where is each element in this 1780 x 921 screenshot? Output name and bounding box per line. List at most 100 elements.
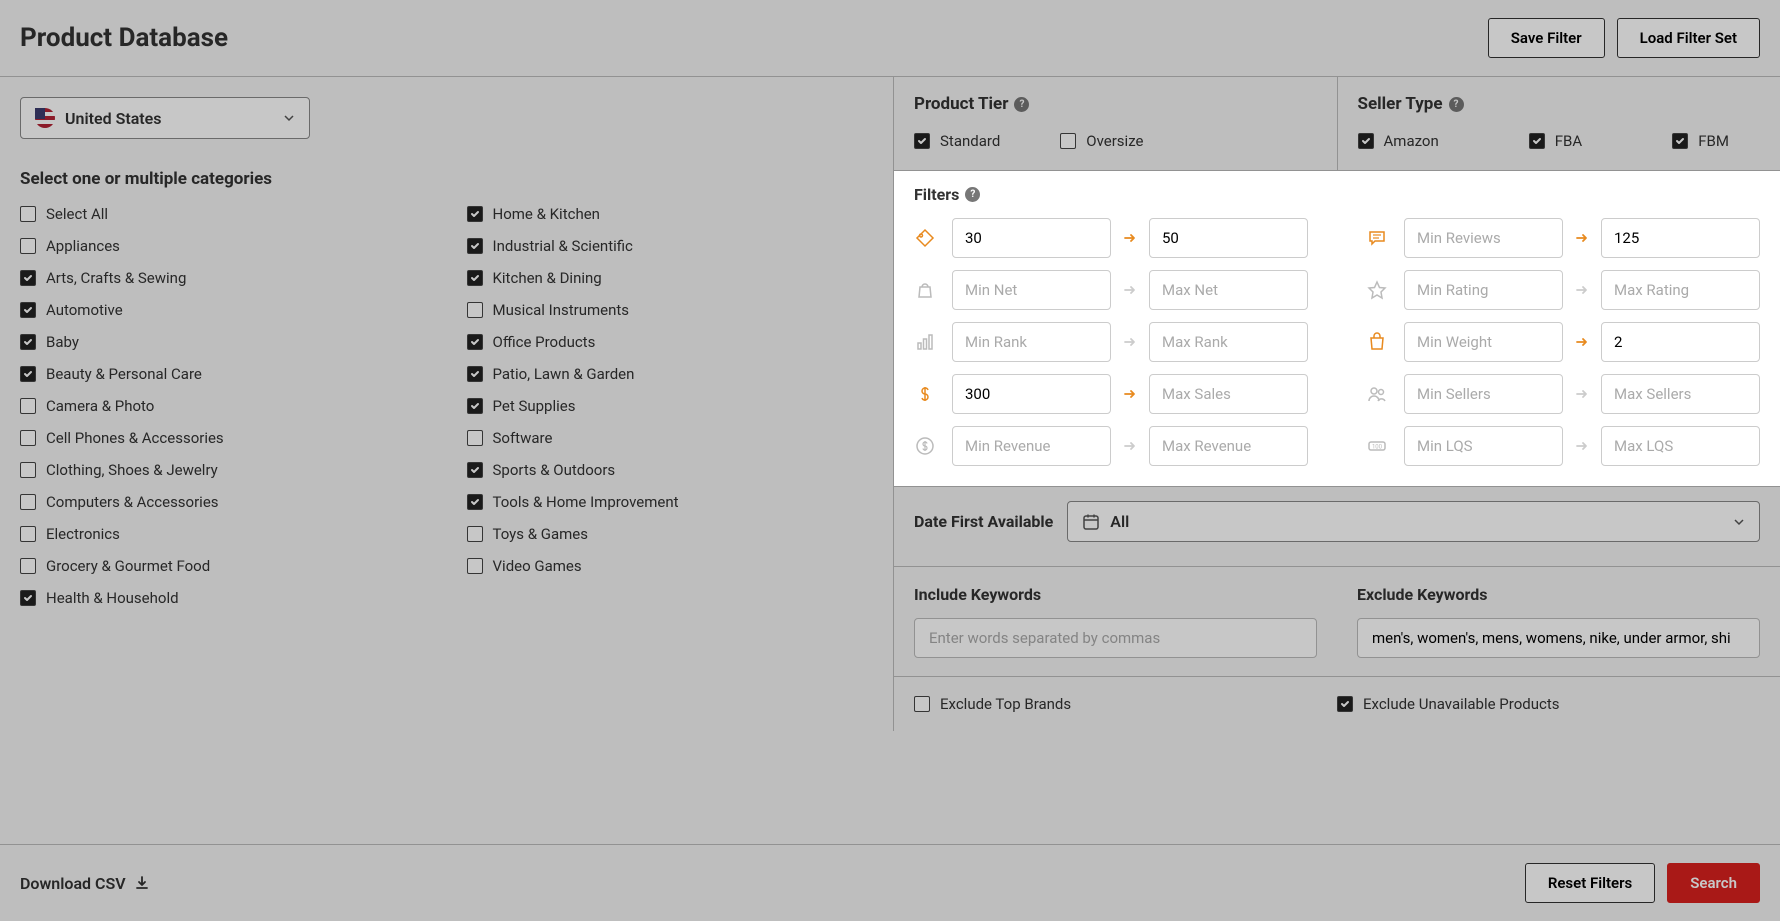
- category-checkbox[interactable]: Kitchen & Dining: [467, 269, 874, 287]
- min-sellers-input[interactable]: [1404, 374, 1563, 414]
- category-checkbox[interactable]: Sports & Outdoors: [467, 461, 874, 479]
- category-checkbox[interactable]: Office Products: [467, 333, 874, 351]
- calendar-icon: [1082, 513, 1100, 531]
- revenue-icon: [914, 435, 936, 457]
- checkbox-label: Exclude Unavailable Products: [1363, 695, 1559, 713]
- fba-checkbox[interactable]: FBA: [1529, 132, 1582, 150]
- category-checkbox[interactable]: Automotive: [20, 301, 427, 319]
- checkbox-icon: [1337, 696, 1353, 712]
- checkbox-icon: [467, 526, 483, 542]
- category-checkbox[interactable]: Industrial & Scientific: [467, 237, 874, 255]
- category-checkbox[interactable]: Software: [467, 429, 874, 447]
- help-icon[interactable]: ?: [1449, 97, 1464, 112]
- categories-title: Select one or multiple categories: [20, 169, 873, 189]
- checkbox-icon: [20, 430, 36, 446]
- save-filter-button[interactable]: Save Filter: [1488, 18, 1605, 58]
- checkbox-label: Exclude Top Brands: [940, 695, 1071, 713]
- checkbox-icon: [467, 462, 483, 478]
- min-net-input[interactable]: [952, 270, 1111, 310]
- category-checkbox[interactable]: Pet Supplies: [467, 397, 874, 415]
- category-checkbox[interactable]: Toys & Games: [467, 525, 874, 543]
- min-rating-input[interactable]: [1404, 270, 1563, 310]
- amazon-checkbox[interactable]: Amazon: [1358, 132, 1439, 150]
- exclude-keywords-input[interactable]: [1357, 618, 1760, 658]
- category-checkbox[interactable]: Appliances: [20, 237, 427, 255]
- category-checkbox[interactable]: Beauty & Personal Care: [20, 365, 427, 383]
- category-checkbox[interactable]: Clothing, Shoes & Jewelry: [20, 461, 427, 479]
- min-rank-input[interactable]: [952, 322, 1111, 362]
- category-checkbox[interactable]: Baby: [20, 333, 427, 351]
- checkbox-label: Health & Household: [46, 589, 179, 607]
- help-icon[interactable]: ?: [965, 187, 980, 202]
- min-price-input[interactable]: [952, 218, 1111, 258]
- sales-icon: [914, 383, 936, 405]
- max-lqs-input[interactable]: [1601, 426, 1760, 466]
- checkbox-label: Electronics: [46, 525, 120, 543]
- min-weight-input[interactable]: [1404, 322, 1563, 362]
- category-checkbox[interactable]: Computers & Accessories: [20, 493, 427, 511]
- checkbox-label: Automotive: [46, 301, 123, 319]
- category-checkbox[interactable]: Health & Household: [20, 589, 427, 607]
- max-rank-input[interactable]: [1149, 322, 1308, 362]
- max-price-input[interactable]: [1149, 218, 1308, 258]
- max-net-input[interactable]: [1149, 270, 1308, 310]
- flag-us-icon: [35, 108, 55, 128]
- exclude-unavailable-checkbox[interactable]: Exclude Unavailable Products: [1337, 695, 1760, 713]
- checkbox-icon: [467, 270, 483, 286]
- rating-icon: [1366, 279, 1388, 301]
- arrow-right-icon: [1121, 387, 1139, 401]
- category-checkbox[interactable]: Electronics: [20, 525, 427, 543]
- checkbox-icon: [467, 494, 483, 510]
- max-rating-input[interactable]: [1601, 270, 1760, 310]
- checkbox-icon: [1529, 133, 1545, 149]
- min-reviews-input[interactable]: [1404, 218, 1563, 258]
- max-sellers-input[interactable]: [1601, 374, 1760, 414]
- category-checkbox[interactable]: Musical Instruments: [467, 301, 874, 319]
- max-revenue-input[interactable]: [1149, 426, 1308, 466]
- reset-filters-button[interactable]: Reset Filters: [1525, 863, 1655, 903]
- checkbox-label: Kitchen & Dining: [493, 269, 602, 287]
- checkbox-icon: [467, 558, 483, 574]
- checkbox-label: Home & Kitchen: [493, 205, 600, 223]
- max-sales-input[interactable]: [1149, 374, 1308, 414]
- max-weight-input[interactable]: [1601, 322, 1760, 362]
- checkbox-icon: [467, 238, 483, 254]
- category-checkbox[interactable]: Tools & Home Improvement: [467, 493, 874, 511]
- arrow-right-icon: [1121, 439, 1139, 453]
- country-select[interactable]: United States: [20, 97, 310, 139]
- min-sales-input[interactable]: [952, 374, 1111, 414]
- category-checkbox[interactable]: Arts, Crafts & Sewing: [20, 269, 427, 287]
- category-checkbox[interactable]: Grocery & Gourmet Food: [20, 557, 427, 575]
- load-filter-set-button[interactable]: Load Filter Set: [1617, 18, 1760, 58]
- include-keywords-input[interactable]: [914, 618, 1317, 658]
- oversize-checkbox[interactable]: Oversize: [1060, 132, 1143, 150]
- date-first-available-select[interactable]: All: [1067, 501, 1760, 542]
- checkbox-icon: [20, 494, 36, 510]
- arrow-right-icon: [1573, 439, 1591, 453]
- category-checkbox[interactable]: Camera & Photo: [20, 397, 427, 415]
- standard-checkbox[interactable]: Standard: [914, 132, 1000, 150]
- fbm-checkbox[interactable]: FBM: [1672, 132, 1729, 150]
- checkbox-label: Standard: [940, 132, 1000, 150]
- arrow-right-icon: [1573, 231, 1591, 245]
- price-icon: [914, 227, 936, 249]
- category-checkbox[interactable]: Patio, Lawn & Garden: [467, 365, 874, 383]
- min-revenue-input[interactable]: [952, 426, 1111, 466]
- exclude-top-brands-checkbox[interactable]: Exclude Top Brands: [914, 695, 1337, 713]
- category-checkbox[interactable]: Home & Kitchen: [467, 205, 874, 223]
- help-icon[interactable]: ?: [1014, 97, 1029, 112]
- rank-icon: [914, 331, 936, 353]
- checkbox-icon: [467, 302, 483, 318]
- checkbox-icon: [20, 238, 36, 254]
- lqs-icon: 100: [1366, 435, 1388, 457]
- min-lqs-input[interactable]: [1404, 426, 1563, 466]
- category-checkbox[interactable]: Video Games: [467, 557, 874, 575]
- checkbox-icon: [914, 133, 930, 149]
- select-all-checkbox[interactable]: Select All: [20, 205, 427, 223]
- max-reviews-input[interactable]: [1601, 218, 1760, 258]
- search-button[interactable]: Search: [1667, 863, 1760, 903]
- checkbox-icon: [20, 590, 36, 606]
- category-checkbox[interactable]: Cell Phones & Accessories: [20, 429, 427, 447]
- download-csv-button[interactable]: Download CSV: [20, 874, 150, 893]
- checkbox-label: Arts, Crafts & Sewing: [46, 269, 186, 287]
